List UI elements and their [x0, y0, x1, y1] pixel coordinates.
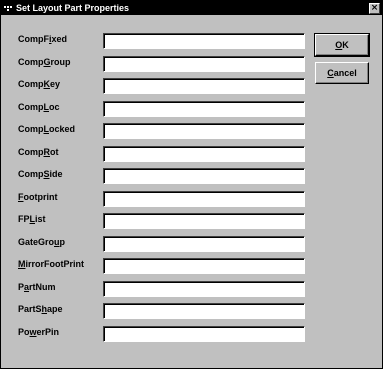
cancel-button[interactable]: Cancel [315, 62, 369, 84]
property-row: MirrorFootPrint [1, 258, 311, 276]
property-input[interactable] [103, 55, 305, 72]
property-row: FPList [1, 213, 311, 231]
field-label: CompSide [18, 169, 63, 179]
field-label: PartShape [18, 304, 63, 314]
property-input[interactable] [103, 258, 305, 274]
property-input[interactable] [103, 213, 305, 229]
property-input[interactable] [103, 325, 305, 342]
field-label: CompLoc [18, 101, 60, 112]
field-label: MirrorFootPrint [18, 259, 84, 269]
property-input[interactable] [103, 168, 305, 184]
property-row: PartShape [1, 303, 311, 321]
property-input[interactable] [103, 33, 305, 49]
field-label: CompRot [18, 146, 59, 157]
property-input[interactable] [103, 78, 305, 94]
property-input[interactable] [103, 303, 305, 319]
property-input[interactable] [103, 280, 305, 297]
property-row: PartNum [1, 280, 311, 299]
dialog-window: Set Layout Part Properties × CompFixed Co… [0, 0, 383, 369]
field-label: CompGroup [18, 56, 71, 67]
property-input[interactable] [103, 235, 305, 252]
property-row: CompRot [1, 145, 311, 164]
property-input[interactable] [103, 190, 305, 207]
property-row: CompKey [1, 78, 311, 96]
property-input[interactable] [103, 100, 305, 117]
field-label: CompFixed [18, 34, 68, 44]
field-label: FPList [18, 214, 46, 224]
property-row: Footprint [1, 190, 311, 209]
property-row: CompLocked [1, 123, 311, 141]
property-input[interactable] [103, 145, 305, 162]
field-label: PartNum [18, 281, 56, 292]
field-label: PowerPin [18, 326, 60, 337]
property-input[interactable] [103, 123, 305, 139]
property-row: CompFixed [1, 33, 311, 51]
field-label: CompKey [18, 79, 61, 89]
field-label: CompLocked [18, 124, 76, 134]
property-row: PowerPin [1, 325, 311, 344]
system-menu-icon[interactable] [3, 3, 13, 13]
title-bar[interactable]: Set Layout Part Properties × [1, 1, 382, 15]
property-row: CompLoc [1, 100, 311, 119]
property-row: CompGroup [1, 55, 311, 74]
field-label: Footprint [18, 191, 58, 202]
field-label: GateGroup [18, 236, 66, 247]
property-row: CompSide [1, 168, 311, 186]
close-button[interactable]: × [369, 3, 380, 14]
ok-button[interactable]: OK [314, 33, 370, 57]
window-title: Set Layout Part Properties [16, 3, 130, 13]
property-row: GateGroup [1, 235, 311, 254]
